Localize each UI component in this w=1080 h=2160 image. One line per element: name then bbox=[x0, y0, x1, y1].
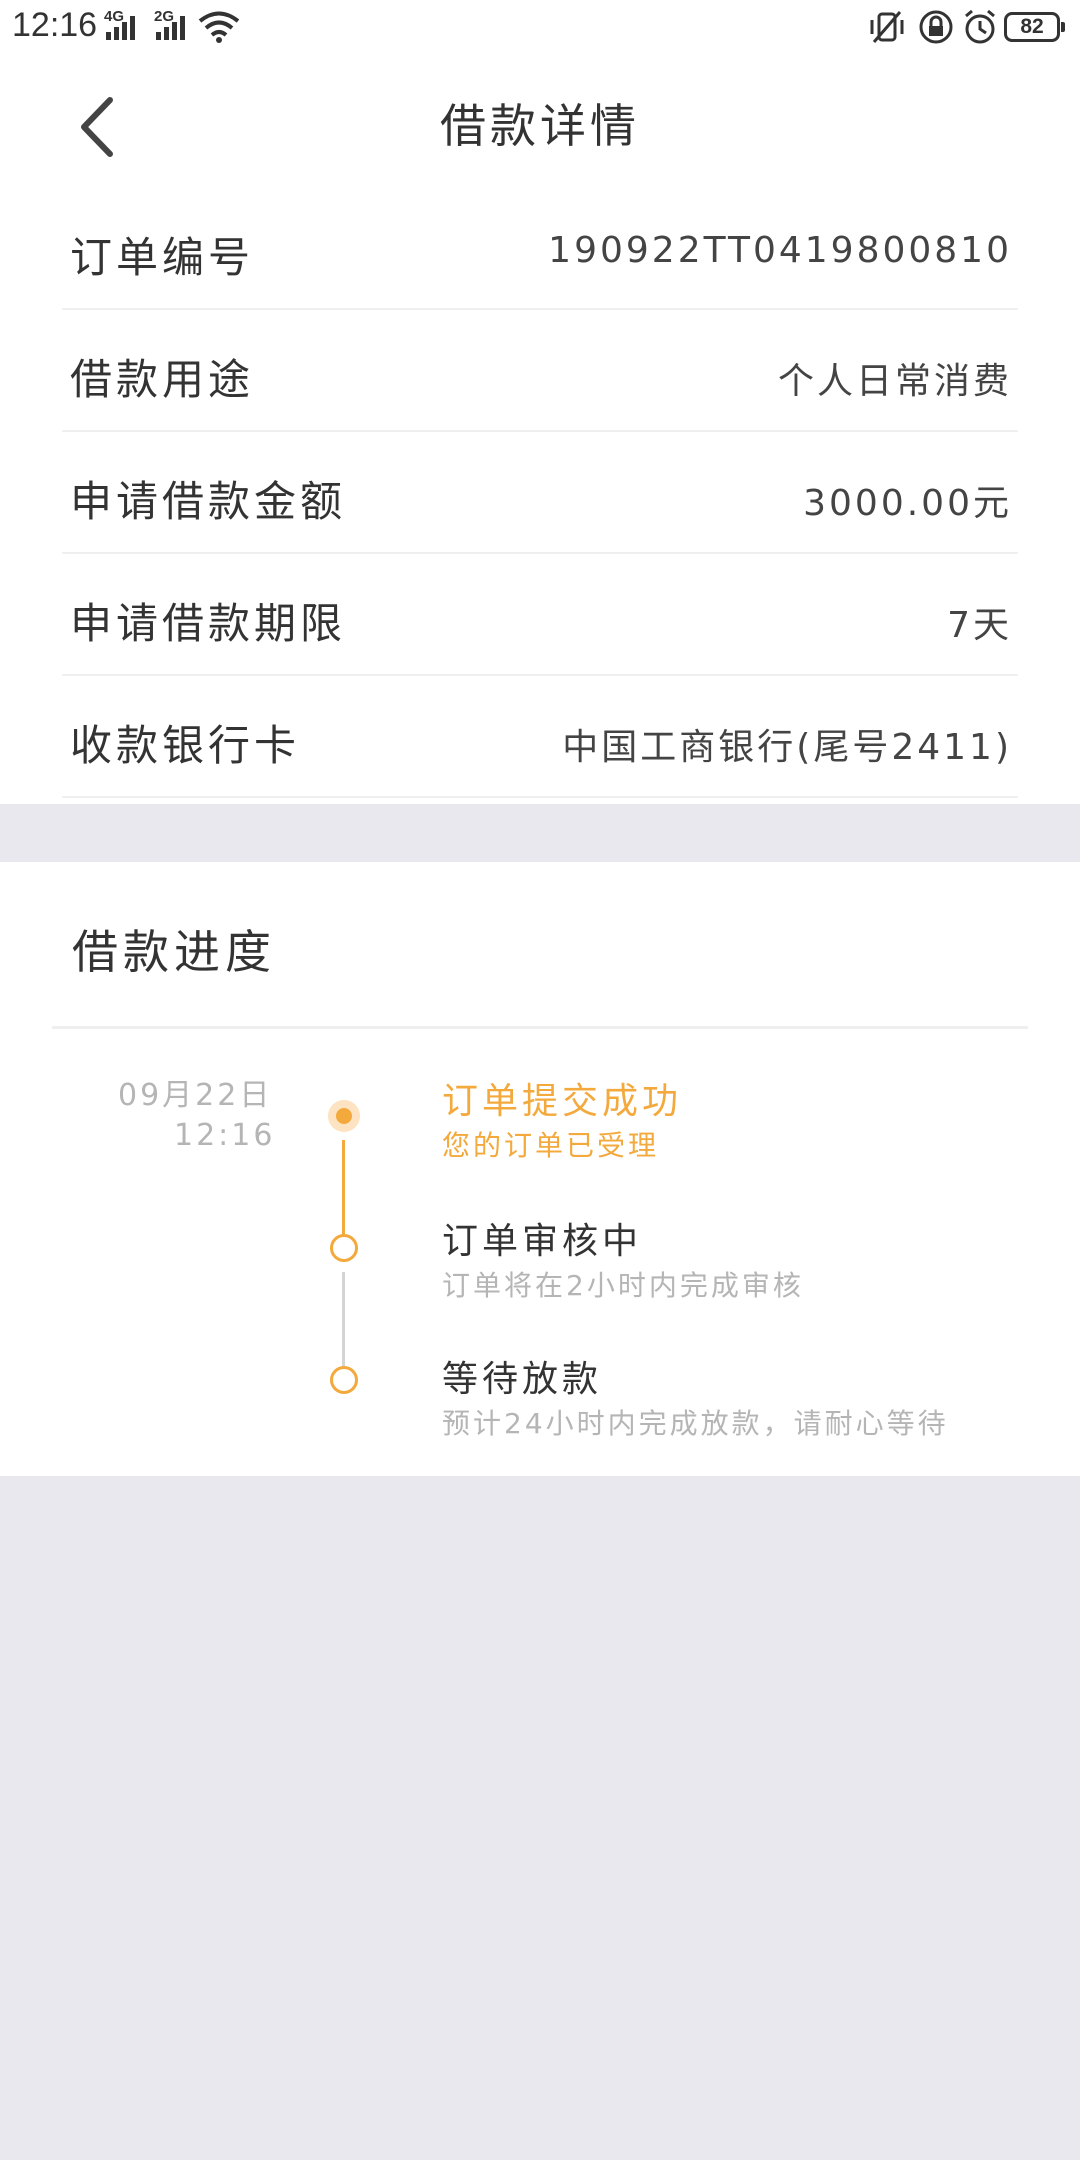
signal-icon-2 bbox=[156, 16, 185, 40]
timeline-dot-pending bbox=[330, 1366, 358, 1394]
detail-row-order-number: 订单编号 190922TT0419800810 bbox=[62, 188, 1018, 310]
row-value: 3000.00元 bbox=[803, 483, 1012, 524]
row-value: 个人日常消费 bbox=[777, 361, 1012, 402]
vibrate-icon bbox=[870, 11, 904, 43]
row-label: 订单编号 bbox=[70, 233, 255, 282]
step-title: 订单审核中 bbox=[442, 1221, 643, 1262]
step-subtitle: 订单将在2小时内完成审核 bbox=[442, 1269, 804, 1302]
row-value: 7天 bbox=[947, 605, 1012, 646]
detail-row-amount: 申请借款金额 3000.00元 bbox=[62, 432, 1018, 554]
progress-title: 借款进度 bbox=[72, 925, 276, 979]
wifi-icon bbox=[198, 11, 240, 43]
step-date: 09月22日 bbox=[118, 1078, 273, 1113]
rotation-lock-icon bbox=[919, 10, 953, 44]
timeline-line-active bbox=[342, 1140, 345, 1244]
battery-indicator: 82 bbox=[1004, 12, 1065, 42]
step-subtitle: 您的订单已受理 bbox=[442, 1129, 660, 1162]
row-label: 借款用途 bbox=[70, 355, 255, 404]
loan-detail-page: 12:16 4G 2G 82 借款详情 订单编号 190922TT0419800… bbox=[0, 0, 1080, 2160]
app-header: 借款详情 bbox=[0, 56, 1080, 188]
divider bbox=[52, 1026, 1028, 1029]
row-label: 申请借款金额 bbox=[70, 477, 347, 526]
loan-detail-card: 订单编号 190922TT0419800810 借款用途 个人日常消费 申请借款… bbox=[0, 188, 1080, 804]
detail-row-bank-card: 收款银行卡 中国工商银行(尾号2411) bbox=[62, 676, 1018, 798]
row-label: 收款银行卡 bbox=[70, 721, 301, 770]
step-title: 订单提交成功 bbox=[442, 1081, 683, 1122]
detail-row-purpose: 借款用途 个人日常消费 bbox=[62, 310, 1018, 432]
timeline-dot-done bbox=[328, 1100, 360, 1132]
row-value: 中国工商银行(尾号2411) bbox=[562, 727, 1012, 768]
step-subtitle: 预计24小时内完成放款，请耐心等待 bbox=[442, 1407, 949, 1440]
timeline-dot-core bbox=[336, 1108, 352, 1124]
timeline-dot-pending bbox=[330, 1234, 358, 1262]
row-value: 190922TT0419800810 bbox=[548, 230, 1012, 271]
step-time: 12:16 bbox=[174, 1118, 276, 1153]
status-time: 12:16 bbox=[12, 6, 98, 44]
step-title: 等待放款 bbox=[442, 1359, 603, 1400]
row-label: 申请借款期限 bbox=[70, 599, 347, 648]
status-bar: 12:16 4G 2G 82 bbox=[0, 0, 1080, 56]
detail-row-term: 申请借款期限 7天 bbox=[62, 554, 1018, 676]
page-title: 借款详情 bbox=[440, 99, 640, 153]
alarm-icon bbox=[965, 9, 995, 44]
signal-icon bbox=[106, 16, 135, 40]
loan-progress-card: 借款进度 09月22日 12:16 订单提交成功 您的订单已受理 订单审核中 订… bbox=[0, 862, 1080, 1476]
